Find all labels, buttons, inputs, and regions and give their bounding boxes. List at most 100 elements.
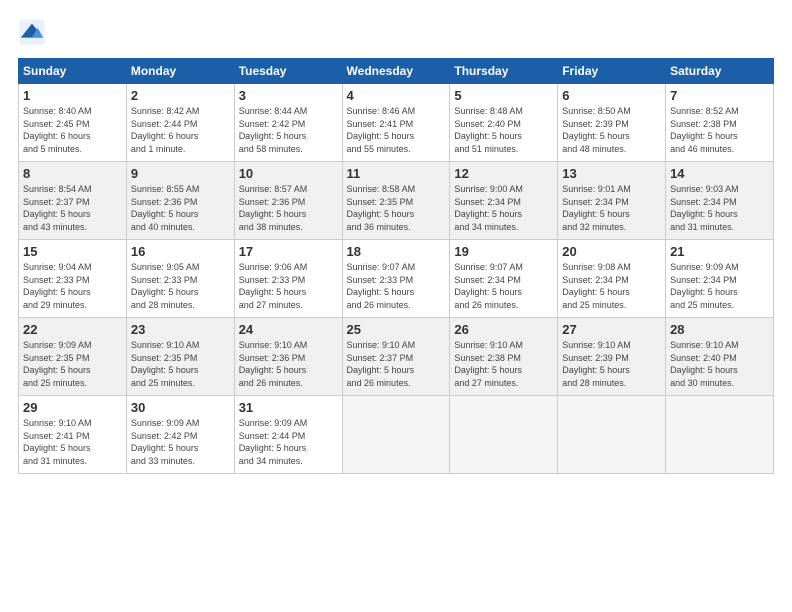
- day-number: 9: [131, 166, 230, 181]
- day-number: 3: [239, 88, 338, 103]
- day-info: Sunrise: 9:08 AM Sunset: 2:34 PM Dayligh…: [562, 261, 661, 311]
- calendar-day-cell: 4 Sunrise: 8:46 AM Sunset: 2:41 PM Daylig…: [342, 84, 450, 162]
- day-info: Sunrise: 8:58 AM Sunset: 2:35 PM Dayligh…: [347, 183, 446, 233]
- day-number: 18: [347, 244, 446, 259]
- calendar-day-cell: [450, 396, 558, 474]
- calendar-day-cell: 31Sunrise: 9:09 AM Sunset: 2:44 PM Dayli…: [234, 396, 342, 474]
- day-number: 7: [670, 88, 769, 103]
- day-number: 10: [239, 166, 338, 181]
- calendar-day-cell: 18 Sunrise: 9:07 AM Sunset: 2:33 PM Dayli…: [342, 240, 450, 318]
- day-number: 19: [454, 244, 553, 259]
- day-number: 30: [131, 400, 230, 415]
- day-info: Sunrise: 9:07 AM Sunset: 2:34 PM Dayligh…: [454, 261, 553, 311]
- calendar-week-row: 1 Sunrise: 8:40 AM Sunset: 2:45 PM Daylig…: [19, 84, 774, 162]
- calendar-day-cell: 1 Sunrise: 8:40 AM Sunset: 2:45 PM Daylig…: [19, 84, 127, 162]
- day-info: Sunrise: 8:57 AM Sunset: 2:36 PM Dayligh…: [239, 183, 338, 233]
- column-header-friday: Friday: [558, 59, 666, 84]
- calendar-day-cell: 25 Sunrise: 9:10 AM Sunset: 2:37 PM Dayli…: [342, 318, 450, 396]
- day-number: 24: [239, 322, 338, 337]
- calendar-day-cell: 2 Sunrise: 8:42 AM Sunset: 2:44 PM Daylig…: [126, 84, 234, 162]
- day-info: Sunrise: 8:44 AM Sunset: 2:42 PM Dayligh…: [239, 105, 338, 155]
- column-header-tuesday: Tuesday: [234, 59, 342, 84]
- calendar-day-cell: 30 Sunrise: 9:09 AM Sunset: 2:42 PM Dayli…: [126, 396, 234, 474]
- calendar-week-row: 29 Sunrise: 9:10 AM Sunset: 2:41 PM Dayli…: [19, 396, 774, 474]
- day-number: 21: [670, 244, 769, 259]
- calendar-day-cell: 21 Sunrise: 9:09 AM Sunset: 2:34 PM Dayli…: [666, 240, 774, 318]
- calendar-day-cell: 11 Sunrise: 8:58 AM Sunset: 2:35 PM Dayli…: [342, 162, 450, 240]
- day-info: Sunrise: 9:10 AM Sunset: 2:39 PM Dayligh…: [562, 339, 661, 389]
- calendar-day-cell: 15 Sunrise: 9:04 AM Sunset: 2:33 PM Dayli…: [19, 240, 127, 318]
- day-info: Sunrise: 9:10 AM Sunset: 2:36 PM Dayligh…: [239, 339, 338, 389]
- day-number: 8: [23, 166, 122, 181]
- day-number: 26: [454, 322, 553, 337]
- logo-icon: [18, 18, 46, 46]
- day-info: Sunrise: 9:10 AM Sunset: 2:41 PM Dayligh…: [23, 417, 122, 467]
- day-info: Sunrise: 9:10 AM Sunset: 2:35 PM Dayligh…: [131, 339, 230, 389]
- calendar-table: SundayMondayTuesdayWednesdayThursdayFrid…: [18, 58, 774, 474]
- calendar-day-cell: 24 Sunrise: 9:10 AM Sunset: 2:36 PM Dayli…: [234, 318, 342, 396]
- day-info: Sunrise: 9:09 AM Sunset: 2:44 PM Dayligh…: [239, 417, 338, 467]
- day-number: 17: [239, 244, 338, 259]
- day-number: 16: [131, 244, 230, 259]
- day-info: Sunrise: 8:55 AM Sunset: 2:36 PM Dayligh…: [131, 183, 230, 233]
- calendar-day-cell: 8Sunrise: 8:54 AM Sunset: 2:37 PM Daylig…: [19, 162, 127, 240]
- calendar-day-cell: 12 Sunrise: 9:00 AM Sunset: 2:34 PM Dayli…: [450, 162, 558, 240]
- calendar-day-cell: 10 Sunrise: 8:57 AM Sunset: 2:36 PM Dayli…: [234, 162, 342, 240]
- column-header-thursday: Thursday: [450, 59, 558, 84]
- day-number: 4: [347, 88, 446, 103]
- day-number: 23: [131, 322, 230, 337]
- day-number: 28: [670, 322, 769, 337]
- day-number: 11: [347, 166, 446, 181]
- day-info: Sunrise: 9:07 AM Sunset: 2:33 PM Dayligh…: [347, 261, 446, 311]
- day-info: Sunrise: 9:01 AM Sunset: 2:34 PM Dayligh…: [562, 183, 661, 233]
- day-info: Sunrise: 9:09 AM Sunset: 2:42 PM Dayligh…: [131, 417, 230, 467]
- calendar-day-cell: 20 Sunrise: 9:08 AM Sunset: 2:34 PM Dayli…: [558, 240, 666, 318]
- calendar-day-cell: 6 Sunrise: 8:50 AM Sunset: 2:39 PM Daylig…: [558, 84, 666, 162]
- day-number: 27: [562, 322, 661, 337]
- column-header-monday: Monday: [126, 59, 234, 84]
- calendar-header-row: SundayMondayTuesdayWednesdayThursdayFrid…: [19, 59, 774, 84]
- calendar-container: SundayMondayTuesdayWednesdayThursdayFrid…: [0, 0, 792, 484]
- day-info: Sunrise: 9:09 AM Sunset: 2:35 PM Dayligh…: [23, 339, 122, 389]
- day-info: Sunrise: 9:10 AM Sunset: 2:37 PM Dayligh…: [347, 339, 446, 389]
- calendar-day-cell: 26Sunrise: 9:10 AM Sunset: 2:38 PM Dayli…: [450, 318, 558, 396]
- day-number: 6: [562, 88, 661, 103]
- calendar-day-cell: 27 Sunrise: 9:10 AM Sunset: 2:39 PM Dayli…: [558, 318, 666, 396]
- day-number: 2: [131, 88, 230, 103]
- day-number: 1: [23, 88, 122, 103]
- column-header-wednesday: Wednesday: [342, 59, 450, 84]
- day-number: 22: [23, 322, 122, 337]
- calendar-day-cell: 14Sunrise: 9:03 AM Sunset: 2:34 PM Dayli…: [666, 162, 774, 240]
- day-number: 25: [347, 322, 446, 337]
- calendar-day-cell: 19 Sunrise: 9:07 AM Sunset: 2:34 PM Dayli…: [450, 240, 558, 318]
- calendar-day-cell: 7 Sunrise: 8:52 AM Sunset: 2:38 PM Daylig…: [666, 84, 774, 162]
- calendar-day-cell: 23 Sunrise: 9:10 AM Sunset: 2:35 PM Dayli…: [126, 318, 234, 396]
- day-number: 5: [454, 88, 553, 103]
- header: [18, 18, 774, 46]
- day-number: 29: [23, 400, 122, 415]
- day-info: Sunrise: 9:00 AM Sunset: 2:34 PM Dayligh…: [454, 183, 553, 233]
- calendar-day-cell: 5Sunrise: 8:48 AM Sunset: 2:40 PM Daylig…: [450, 84, 558, 162]
- day-info: Sunrise: 9:04 AM Sunset: 2:33 PM Dayligh…: [23, 261, 122, 311]
- calendar-day-cell: [558, 396, 666, 474]
- day-number: 15: [23, 244, 122, 259]
- day-info: Sunrise: 9:09 AM Sunset: 2:34 PM Dayligh…: [670, 261, 769, 311]
- day-info: Sunrise: 9:03 AM Sunset: 2:34 PM Dayligh…: [670, 183, 769, 233]
- calendar-day-cell: 16Sunrise: 9:05 AM Sunset: 2:33 PM Dayli…: [126, 240, 234, 318]
- calendar-day-cell: 13Sunrise: 9:01 AM Sunset: 2:34 PM Dayli…: [558, 162, 666, 240]
- day-info: Sunrise: 8:50 AM Sunset: 2:39 PM Dayligh…: [562, 105, 661, 155]
- calendar-day-cell: 17 Sunrise: 9:06 AM Sunset: 2:33 PM Dayli…: [234, 240, 342, 318]
- day-info: Sunrise: 8:40 AM Sunset: 2:45 PM Dayligh…: [23, 105, 122, 155]
- day-info: Sunrise: 9:10 AM Sunset: 2:40 PM Dayligh…: [670, 339, 769, 389]
- column-header-sunday: Sunday: [19, 59, 127, 84]
- day-info: Sunrise: 8:46 AM Sunset: 2:41 PM Dayligh…: [347, 105, 446, 155]
- day-number: 12: [454, 166, 553, 181]
- calendar-day-cell: 3 Sunrise: 8:44 AM Sunset: 2:42 PM Daylig…: [234, 84, 342, 162]
- logo: [18, 18, 50, 46]
- day-info: Sunrise: 9:06 AM Sunset: 2:33 PM Dayligh…: [239, 261, 338, 311]
- calendar-day-cell: 22 Sunrise: 9:09 AM Sunset: 2:35 PM Dayli…: [19, 318, 127, 396]
- day-info: Sunrise: 8:52 AM Sunset: 2:38 PM Dayligh…: [670, 105, 769, 155]
- day-number: 20: [562, 244, 661, 259]
- day-info: Sunrise: 8:42 AM Sunset: 2:44 PM Dayligh…: [131, 105, 230, 155]
- calendar-day-cell: 29 Sunrise: 9:10 AM Sunset: 2:41 PM Dayli…: [19, 396, 127, 474]
